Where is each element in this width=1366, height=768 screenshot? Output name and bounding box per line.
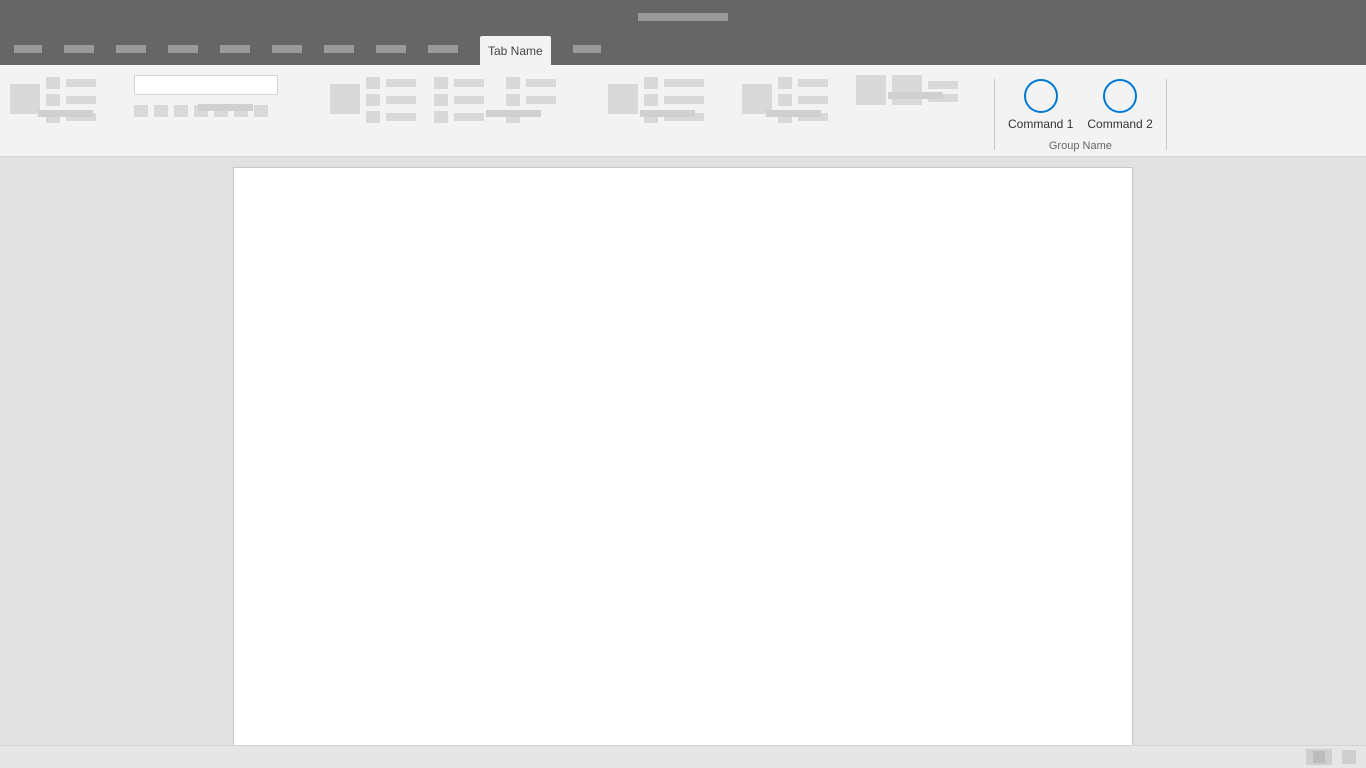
tab-placeholder-9[interactable]	[428, 45, 458, 53]
ribbon-group-placeholder-4	[434, 73, 594, 123]
tab-placeholder-2[interactable]	[64, 45, 94, 53]
tab-placeholder-4[interactable]	[168, 45, 198, 53]
font-combo-placeholder[interactable]	[134, 75, 278, 95]
tab-active-label: Tab Name	[488, 44, 543, 58]
tab-placeholder-1[interactable]	[14, 45, 42, 53]
placeholder-icon[interactable]	[366, 77, 380, 89]
placeholder-icon[interactable]	[46, 94, 60, 106]
placeholder-icon[interactable]	[644, 77, 658, 89]
placeholder-icon[interactable]	[134, 105, 148, 117]
placeholder-icon[interactable]	[66, 79, 96, 87]
placeholder-icon[interactable]	[434, 77, 448, 89]
ribbon-group-placeholder-2	[134, 73, 316, 117]
placeholder-icon[interactable]	[928, 81, 958, 89]
placeholder-icon[interactable]	[366, 111, 380, 123]
placeholder-icon[interactable]	[254, 105, 268, 117]
placeholder-icon[interactable]	[434, 111, 448, 123]
placeholder-icon[interactable]	[154, 105, 168, 117]
tab-placeholder-7[interactable]	[324, 45, 354, 53]
placeholder-icon[interactable]	[778, 94, 792, 106]
group-label-placeholder	[888, 92, 943, 99]
placeholder-icon[interactable]	[386, 79, 416, 87]
placeholder-icon[interactable]	[66, 96, 96, 104]
placeholder-icon[interactable]	[892, 75, 922, 105]
placeholder-icon[interactable]	[454, 96, 484, 104]
placeholder-icon[interactable]	[386, 113, 416, 121]
app-title-placeholder	[638, 13, 728, 21]
ribbon-group-placeholder-3	[330, 73, 420, 123]
ribbon-tabstrip: Tab Name	[0, 33, 1366, 65]
statusbar	[0, 745, 1366, 768]
view-button-2[interactable]	[1342, 750, 1356, 764]
ribbon-group-placeholder-1	[10, 73, 120, 123]
document-workspace[interactable]	[0, 157, 1366, 745]
placeholder-icon[interactable]	[526, 79, 556, 87]
placeholder-icon[interactable]	[778, 77, 792, 89]
tab-placeholder-10[interactable]	[573, 45, 601, 53]
ribbon-content: Command 1 Command 2 Group Name	[0, 65, 1177, 156]
placeholder-icon[interactable]	[664, 96, 704, 104]
ribbon-custom-group: Command 1 Command 2 Group Name	[994, 73, 1167, 156]
ribbon-group-placeholder-5	[608, 73, 728, 123]
placeholder-icon[interactable]	[798, 96, 828, 104]
tab-active[interactable]: Tab Name	[480, 36, 551, 65]
placeholder-icon[interactable]	[506, 94, 520, 106]
placeholder-icon[interactable]	[506, 77, 520, 89]
command-2-label: Command 2	[1087, 117, 1152, 131]
placeholder-icon[interactable]	[608, 84, 638, 114]
view-icon	[1313, 751, 1325, 763]
custom-group-name: Group Name	[1049, 140, 1112, 156]
group-label-placeholder	[640, 110, 695, 117]
placeholder-icon[interactable]	[798, 79, 828, 87]
placeholder-icon[interactable]	[174, 105, 188, 117]
group-label-placeholder	[198, 104, 253, 111]
group-label-placeholder	[38, 110, 93, 117]
ribbon-group-placeholder-6	[742, 73, 842, 123]
placeholder-icon[interactable]	[330, 84, 360, 114]
tab-placeholder-6[interactable]	[272, 45, 302, 53]
placeholder-icon[interactable]	[46, 77, 60, 89]
view-button-1[interactable]	[1306, 749, 1332, 765]
command-2-icon	[1103, 79, 1137, 113]
placeholder-icon[interactable]	[454, 79, 484, 87]
placeholder-icon[interactable]	[644, 94, 658, 106]
placeholder-icon[interactable]	[386, 96, 416, 104]
placeholder-icon[interactable]	[366, 94, 380, 106]
placeholder-icon[interactable]	[10, 84, 40, 114]
tab-placeholder-5[interactable]	[220, 45, 250, 53]
titlebar	[0, 0, 1366, 33]
placeholder-icon[interactable]	[454, 113, 484, 121]
ribbon: Command 1 Command 2 Group Name	[0, 65, 1366, 157]
tab-placeholder-3[interactable]	[116, 45, 146, 53]
command-2-button[interactable]: Command 2	[1085, 79, 1154, 131]
placeholder-icon[interactable]	[856, 75, 886, 105]
placeholder-icon[interactable]	[434, 94, 448, 106]
group-label-placeholder	[486, 110, 541, 117]
ribbon-group-placeholder-7	[856, 73, 976, 105]
group-label-placeholder	[766, 110, 821, 117]
tab-placeholder-8[interactable]	[376, 45, 406, 53]
document-page[interactable]	[233, 167, 1133, 745]
command-1-label: Command 1	[1008, 117, 1073, 131]
command-1-button[interactable]: Command 1	[1006, 79, 1075, 131]
placeholder-icon[interactable]	[526, 96, 556, 104]
placeholder-icon[interactable]	[664, 79, 704, 87]
command-1-icon	[1024, 79, 1058, 113]
